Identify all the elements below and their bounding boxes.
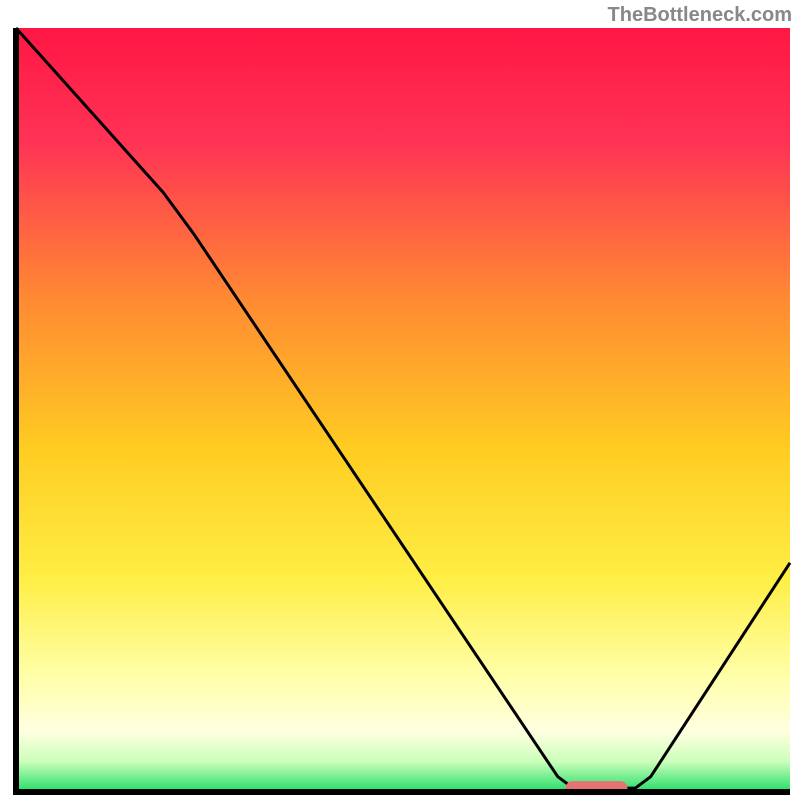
bottleneck-chart: TheBottleneck.com [0, 0, 800, 800]
chart-svg [0, 0, 800, 800]
watermark-text: TheBottleneck.com [608, 4, 792, 27]
chart-background [16, 28, 790, 792]
